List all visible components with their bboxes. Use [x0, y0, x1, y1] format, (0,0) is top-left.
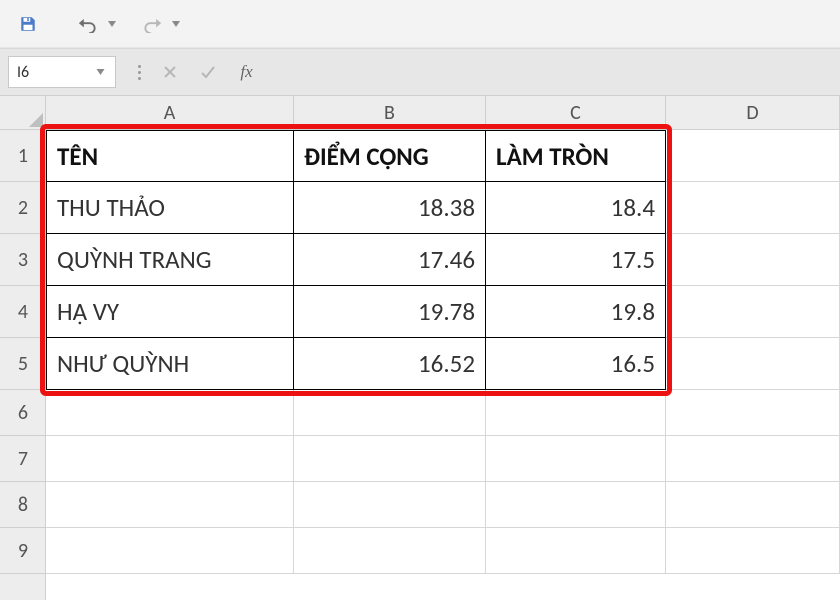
- cell[interactable]: NHƯ QUỲNH: [46, 338, 294, 390]
- cell[interactable]: [46, 436, 294, 482]
- row-headers: 123456789: [0, 130, 46, 600]
- cell[interactable]: THU THẢO: [46, 182, 294, 234]
- cell[interactable]: [666, 390, 840, 436]
- cell[interactable]: [46, 528, 294, 574]
- undo-dropdown-icon[interactable]: [106, 10, 118, 38]
- cell[interactable]: ĐIỂM CỘNG: [294, 130, 486, 182]
- row-header[interactable]: 8: [0, 482, 46, 528]
- cell[interactable]: 16.5: [486, 338, 666, 390]
- row-header[interactable]: 6: [0, 390, 46, 436]
- cell[interactable]: 18.38: [294, 182, 486, 234]
- enter-icon[interactable]: [188, 56, 226, 88]
- cell[interactable]: [486, 390, 666, 436]
- row-header[interactable]: 1: [0, 130, 46, 182]
- cell[interactable]: [486, 482, 666, 528]
- cell[interactable]: [294, 436, 486, 482]
- cell[interactable]: [486, 436, 666, 482]
- worksheet: ABCD 123456789 TÊNĐIỂM CỘNGLÀM TRÒN THU T…: [0, 96, 840, 600]
- formula-bar-grip-icon: [132, 65, 146, 80]
- row-header[interactable]: 3: [0, 234, 46, 286]
- name-box-value: I6: [17, 63, 29, 82]
- row-header[interactable]: 9: [0, 528, 46, 574]
- name-box[interactable]: I6: [8, 56, 116, 88]
- formula-bar: I6 fx: [0, 48, 840, 96]
- formula-buttons: fx: [126, 56, 264, 88]
- cell[interactable]: [46, 482, 294, 528]
- column-header[interactable]: C: [486, 96, 666, 130]
- column-header[interactable]: B: [294, 96, 486, 130]
- row-header[interactable]: 7: [0, 436, 46, 482]
- cell[interactable]: 17.5: [486, 234, 666, 286]
- cell[interactable]: [46, 390, 294, 436]
- cancel-icon[interactable]: [150, 56, 188, 88]
- cell[interactable]: HẠ VY: [46, 286, 294, 338]
- cell[interactable]: [294, 390, 486, 436]
- cell-grid[interactable]: TÊNĐIỂM CỘNGLÀM TRÒN THU THẢO18.3818.4 QUỲ…: [46, 130, 840, 600]
- insert-function-button[interactable]: fx: [226, 56, 264, 88]
- cell[interactable]: 16.52: [294, 338, 486, 390]
- redo-icon[interactable]: [138, 10, 166, 38]
- name-box-dropdown-icon[interactable]: [93, 65, 107, 79]
- cell[interactable]: [666, 234, 840, 286]
- select-all-corner[interactable]: [0, 96, 46, 130]
- cell[interactable]: [294, 528, 486, 574]
- row-header[interactable]: 2: [0, 182, 46, 234]
- undo-icon[interactable]: [74, 10, 102, 38]
- cell[interactable]: [666, 130, 840, 182]
- cell[interactable]: [666, 182, 840, 234]
- save-icon[interactable]: [14, 10, 42, 38]
- cell[interactable]: [666, 436, 840, 482]
- cell[interactable]: [294, 482, 486, 528]
- column-header[interactable]: A: [46, 96, 294, 130]
- cell[interactable]: [666, 286, 840, 338]
- cell[interactable]: 18.4: [486, 182, 666, 234]
- cell[interactable]: [486, 528, 666, 574]
- fx-label: fx: [240, 62, 252, 82]
- column-headers: ABCD: [46, 96, 840, 130]
- cell[interactable]: 19.8: [486, 286, 666, 338]
- cell[interactable]: 19.78: [294, 286, 486, 338]
- cell[interactable]: [666, 482, 840, 528]
- row-header[interactable]: 5: [0, 338, 46, 390]
- row-header[interactable]: 4: [0, 286, 46, 338]
- cell[interactable]: LÀM TRÒN: [486, 130, 666, 182]
- cell[interactable]: 17.46: [294, 234, 486, 286]
- cell[interactable]: [666, 338, 840, 390]
- quick-access-toolbar: [0, 0, 840, 48]
- redo-dropdown-icon[interactable]: [170, 10, 182, 38]
- cell[interactable]: QUỲNH TRANG: [46, 234, 294, 286]
- cell[interactable]: TÊN: [46, 130, 294, 182]
- column-header[interactable]: D: [666, 96, 840, 130]
- cell[interactable]: [666, 528, 840, 574]
